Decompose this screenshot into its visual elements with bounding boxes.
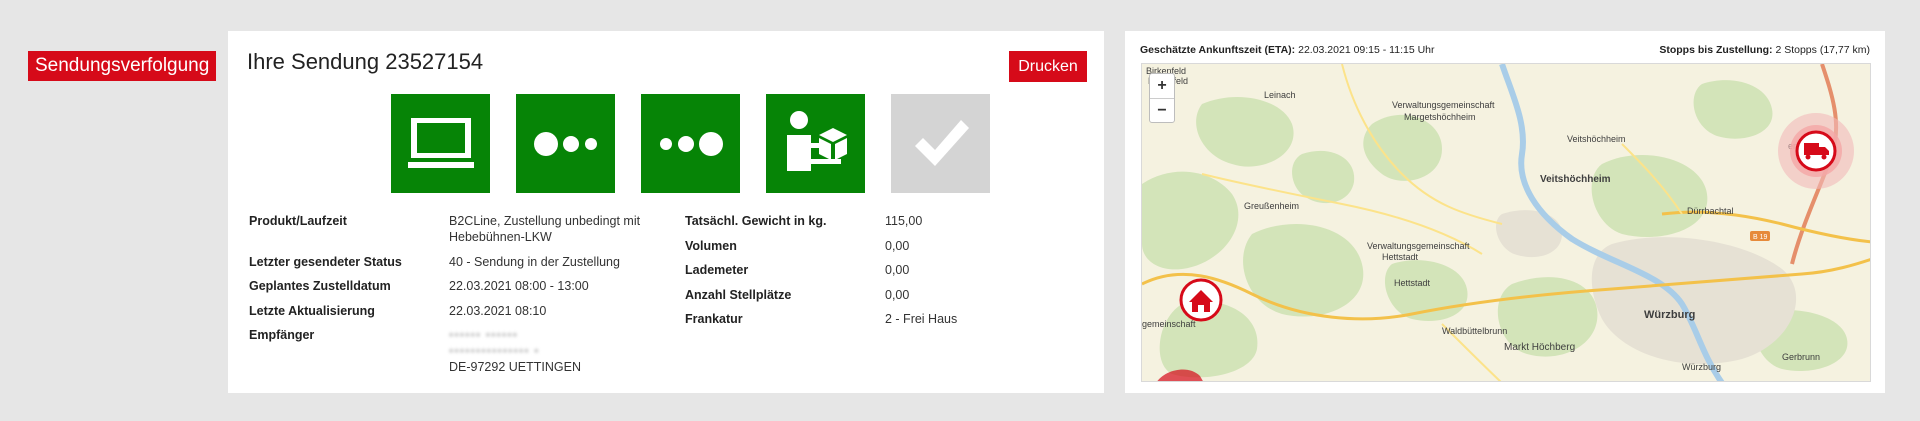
detail-row-loading-meter: Lademeter 0,00 <box>685 262 1005 278</box>
detail-label: Produkt/Laufzeit <box>249 214 347 228</box>
detail-label: Frankatur <box>685 312 743 326</box>
computer-icon <box>407 117 474 168</box>
eta-value: 22.03.2021 09:15 - 11:15 Uhr <box>1298 44 1435 56</box>
detail-value: 22.03.2021 08:10 <box>449 303 547 318</box>
map-road-b19: B 19 <box>1753 234 1768 241</box>
detail-row-status: Letzter gesendeter Status 40 - Sendung i… <box>249 254 661 270</box>
detail-label: Empfänger <box>249 328 315 342</box>
detail-row-product: Produkt/Laufzeit B2CLine, Zustellung unb… <box>249 213 661 245</box>
recipient-name-redacted: •••••• •••••• <box>449 328 518 342</box>
detail-label: Lademeter <box>685 263 749 277</box>
detail-label: Letzte Aktualisierung <box>249 303 375 318</box>
detail-value: 2 - Frei Haus <box>885 312 958 326</box>
map-label-leinach: Leinach <box>1264 90 1296 100</box>
print-button[interactable]: Drucken <box>1009 51 1087 82</box>
eta-label: Geschätzte Ankunftszeit (ETA): <box>1140 44 1296 56</box>
detail-label: Tatsächl. Gewicht in kg. <box>685 214 827 228</box>
detail-value: 22.03.2021 08:00 - 13:00 <box>449 279 589 293</box>
dots-progress-icon <box>533 131 597 156</box>
status-steps <box>391 94 990 193</box>
step-out-for-delivery <box>766 94 865 193</box>
stops-label: Stopps bis Zustellung: <box>1659 44 1773 56</box>
shipment-title: Ihre Sendung 23527154 <box>247 49 484 74</box>
shipment-card: Ihre Sendung 23527154 Drucken Produkt/La… <box>228 31 1104 393</box>
recipient-street-redacted: ••••••••••••••• • <box>449 344 540 358</box>
step-order-received <box>391 94 490 193</box>
detail-row-volume: Volumen 0,00 <box>685 238 1005 254</box>
map-label-hettstadt-vg: Hettstadt <box>1382 252 1419 262</box>
detail-value: 40 - Sendung in der Zustellung <box>449 254 620 269</box>
map-label-markt-hoechberg: Markt Höchberg <box>1504 342 1575 353</box>
checkmark-icon <box>914 119 969 166</box>
detail-row-pallets: Anzahl Stellplätze 0,00 <box>685 287 1005 303</box>
detail-label: Anzahl Stellplätze <box>685 287 792 302</box>
map-label-waldbuettelbrunn: Waldbüttelbrunn <box>1442 326 1507 336</box>
map-label-duerrbachtal: Dürrbachtal <box>1687 206 1734 216</box>
map-label-gerbrunn: Gerbrunn <box>1782 352 1820 362</box>
map-label-hettstadt: Hettstadt <box>1394 278 1431 288</box>
detail-row-weight: Tatsächl. Gewicht in kg. 115,00 <box>685 213 1005 229</box>
map-label-wuerzburg: Würzburg <box>1644 309 1695 321</box>
detail-label: Geplantes Zustelldatum <box>249 279 391 293</box>
map-label-veitshoechheim-small: Veitshöchheim <box>1567 134 1626 144</box>
section-label: Sendungsverfolgung <box>28 51 217 81</box>
detail-row-freight-terms: Frankatur 2 - Frei Haus <box>685 311 1005 327</box>
detail-value: 115,00 <box>885 214 923 228</box>
stops-info: Stopps bis Zustellung: 2 Stopps (17,77 k… <box>1659 44 1870 56</box>
detail-value: 0,00 <box>885 238 910 253</box>
zoom-out-button[interactable]: − <box>1150 98 1174 122</box>
detail-value: 0,00 <box>885 287 910 302</box>
shipment-details-left: Produkt/Laufzeit B2CLine, Zustellung unb… <box>249 213 661 384</box>
recipient-address: •••••• •••••• ••••••••••••••• • DE-97292… <box>449 327 661 375</box>
route-map[interactable]: Birkenfeld Birkenfeld Leinach Verwaltung… <box>1141 63 1871 382</box>
step-in-transit-1 <box>516 94 615 193</box>
dots-progress-2-icon <box>659 131 723 156</box>
map-zoom-control: + − <box>1149 73 1175 123</box>
map-label-gemeinschaft: gemeinschaft <box>1142 319 1196 329</box>
detail-label: Volumen <box>685 238 737 253</box>
detail-row-last-update: Letzte Aktualisierung 22.03.2021 08:10 <box>249 303 661 319</box>
detail-row-recipient: Empfänger •••••• •••••• ••••••••••••••• … <box>249 327 661 375</box>
detail-row-planned-date: Geplantes Zustelldatum 22.03.2021 08:00 … <box>249 278 661 294</box>
detail-label: Letzter gesendeter Status <box>249 254 402 269</box>
home-marker-icon[interactable] <box>1179 278 1223 322</box>
delivery-person-icon <box>786 110 847 171</box>
step-delivered <box>891 94 990 193</box>
zoom-in-button[interactable]: + <box>1150 74 1174 98</box>
truck-marker-icon[interactable] <box>1778 113 1854 189</box>
eta-info: Geschätzte Ankunftszeit (ETA): 22.03.202… <box>1140 44 1435 56</box>
recipient-city: DE-97292 UETTINGEN <box>449 360 581 374</box>
tracking-map-card: Geschätzte Ankunftszeit (ETA): 22.03.202… <box>1125 31 1885 393</box>
map-label-greussenheim: Greußenheim <box>1244 201 1299 211</box>
map-label-margetshoechheim: Margetshöchheim <box>1404 112 1476 122</box>
map-label-veitshoechheim: Veitshöchheim <box>1540 174 1611 185</box>
detail-value: B2CLine, Zustellung unbedingt mit Hebebü… <box>449 214 641 244</box>
step-in-transit-2 <box>641 94 740 193</box>
stops-value: 2 Stopps (17,77 km) <box>1775 44 1870 56</box>
map-label-vg-hettstadt: Verwaltungsgemeinschaft <box>1367 241 1470 251</box>
map-label-vg-margetshoechheim: Verwaltungsgemeinschaft <box>1392 100 1495 110</box>
shipment-details-right: Tatsächl. Gewicht in kg. 115,00 Volumen … <box>685 213 1005 336</box>
detail-value: 0,00 <box>885 263 910 277</box>
map-label-wuerzburg-small: Würzburg <box>1682 362 1721 372</box>
